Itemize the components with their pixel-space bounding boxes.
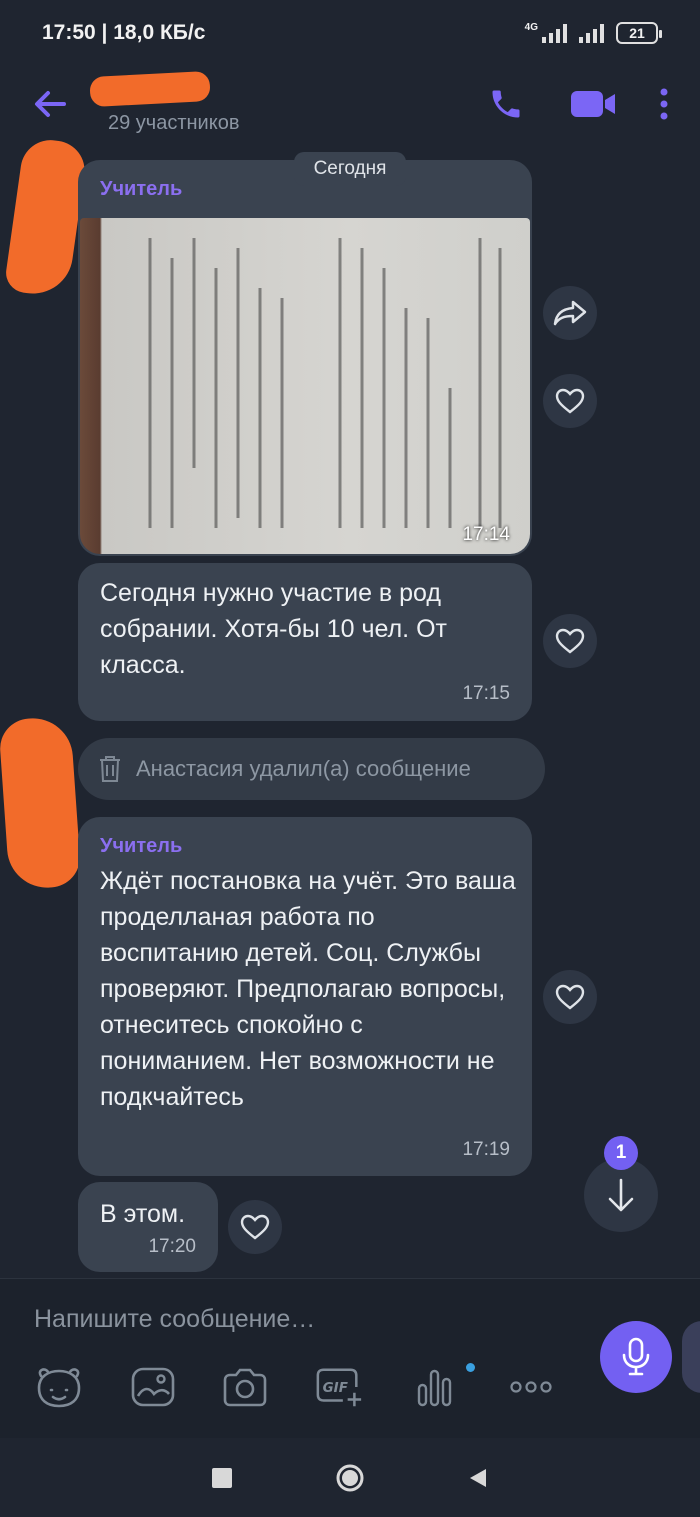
- deleted-message-text: Анастасия удалил(а) сообщение: [136, 756, 471, 781]
- forward-button[interactable]: [543, 286, 597, 340]
- unread-badge: 1: [604, 1136, 638, 1170]
- date-separator: Сегодня: [294, 152, 406, 186]
- status-bar: 17:50 | 18,0 КБ/с 4G 21: [0, 0, 700, 66]
- more-vertical-icon[interactable]: [656, 86, 672, 122]
- battery-icon: 21: [616, 22, 662, 44]
- audio-icon[interactable]: [410, 1365, 460, 1409]
- message-time: 17:20: [148, 1236, 196, 1257]
- voice-message-button[interactable]: [600, 1321, 672, 1393]
- avatar-redacted: [3, 136, 89, 299]
- new-indicator-dot: [466, 1363, 475, 1372]
- members-count[interactable]: 29 участников: [108, 112, 239, 135]
- microphone-icon: [622, 1337, 650, 1376]
- status-icons: 4G 21: [524, 21, 662, 44]
- sticker-icon[interactable]: [34, 1365, 84, 1409]
- status-time: 17:50 | 18,0 КБ/с: [42, 21, 206, 44]
- system-nav-bar: [0, 1438, 700, 1517]
- like-button[interactable]: [543, 374, 597, 428]
- message-text[interactable]: Сегодня нужно участие в род собрании. Хо…: [78, 563, 532, 721]
- heart-icon: [555, 628, 585, 654]
- phone-icon[interactable]: [488, 86, 524, 122]
- share-icon: [553, 300, 587, 326]
- like-button[interactable]: [228, 1200, 282, 1254]
- more-icon[interactable]: [506, 1365, 556, 1409]
- gallery-icon[interactable]: [128, 1365, 178, 1409]
- trash-icon: [100, 756, 120, 782]
- message-input[interactable]: Напишите сообщение…: [34, 1305, 315, 1334]
- signal-icon: [542, 23, 567, 43]
- svg-text:GIF: GIF: [323, 1381, 349, 1396]
- gif-icon[interactable]: GIF: [314, 1365, 364, 1409]
- like-button[interactable]: [543, 614, 597, 668]
- chat-title-redacted[interactable]: [89, 70, 211, 108]
- document-photo: [148, 238, 502, 528]
- message-composer: Напишите сообщение… GIF: [0, 1278, 700, 1438]
- chat-header: 29 участников: [0, 66, 700, 150]
- home-circle-icon[interactable]: [334, 1462, 366, 1494]
- video-icon[interactable]: [570, 88, 616, 120]
- battery-level: 21: [629, 25, 645, 41]
- camera-icon[interactable]: [220, 1365, 270, 1409]
- message-body: В этом.: [100, 1200, 186, 1228]
- like-button[interactable]: [543, 970, 597, 1024]
- back-arrow-icon[interactable]: [30, 84, 70, 124]
- heart-icon: [555, 388, 585, 414]
- heart-icon: [555, 984, 585, 1010]
- message-photo-image[interactable]: 17:14: [80, 218, 530, 554]
- message-text[interactable]: В этом. 17:20: [78, 1182, 218, 1272]
- message-time: 17:19: [462, 1139, 510, 1160]
- back-triangle-icon[interactable]: [466, 1466, 490, 1490]
- heart-icon: [240, 1214, 270, 1240]
- send-edge: [682, 1321, 700, 1393]
- message-time: 17:14: [462, 524, 510, 545]
- recents-square-icon[interactable]: [210, 1466, 234, 1490]
- message-body: Ждёт постановка на учёт. Это ваша продел…: [100, 867, 516, 1111]
- sender-name[interactable]: Учитель: [100, 178, 182, 201]
- sender-name[interactable]: Учитель: [100, 835, 182, 858]
- avatar-redacted-2: [0, 715, 82, 891]
- network-type: 4G: [524, 21, 538, 33]
- message-body: Сегодня нужно участие в род собрании. Хо…: [100, 579, 447, 679]
- signal-icon-2: [579, 23, 604, 43]
- deleted-message: Анастасия удалил(а) сообщение: [78, 738, 545, 800]
- message-time: 17:15: [462, 683, 510, 704]
- message-text[interactable]: Учитель Ждёт постановка на учёт. Это ваш…: [78, 817, 532, 1176]
- arrow-down-icon: [608, 1178, 634, 1212]
